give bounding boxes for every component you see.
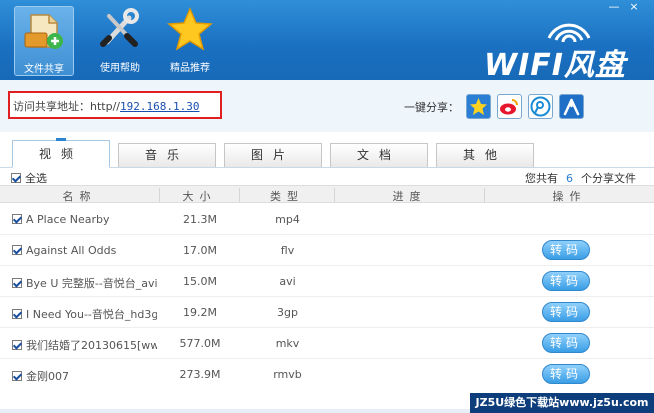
table-row[interactable]: A Place Nearby 21.3M mp4 xyxy=(0,204,654,235)
summary-suffix: 个分享文件 xyxy=(581,172,636,185)
file-size: 15.0M xyxy=(183,275,217,288)
col-progress[interactable]: 进度 xyxy=(335,188,485,203)
summary-count: 6 xyxy=(566,172,573,185)
weibo-icon[interactable] xyxy=(497,94,522,119)
onekey-share-label: 一键分享： xyxy=(404,101,459,114)
share-bar: 访问共享地址：http//192.168.1.30 一键分享： xyxy=(0,80,654,132)
file-type: avi xyxy=(279,275,296,288)
file-type: rmvb xyxy=(273,368,302,381)
file-size: 273.9M xyxy=(179,368,221,381)
active-tab-marker xyxy=(56,138,66,141)
site-watermark: JZ5U绿色下载站www.jz5u.com xyxy=(470,393,654,413)
file-name: Against All Odds xyxy=(26,244,117,257)
file-share-icon xyxy=(24,14,63,49)
tab-video[interactable]: 视频 xyxy=(12,138,110,168)
table-row[interactable]: 我们结婚了20130615[www 577.0M mkv 转码 xyxy=(0,328,654,359)
qzone-star-icon[interactable] xyxy=(466,94,491,119)
table-row[interactable]: Bye U 完整版--音悦台_avi_64 15.0M avi 转码 xyxy=(0,266,654,297)
tools-icon xyxy=(100,8,139,47)
tab-other[interactable]: 其他 xyxy=(436,143,534,167)
file-size: 577.0M xyxy=(179,337,221,350)
status-strip xyxy=(0,409,470,413)
share-address-box: 访问共享地址：http//192.168.1.30 xyxy=(8,91,222,119)
help-button[interactable]: 使用帮助 xyxy=(90,6,150,76)
col-name[interactable]: 名称 xyxy=(0,188,160,203)
col-action[interactable]: 操作 xyxy=(485,188,654,203)
logo-text: WIFI风盘 xyxy=(484,48,626,83)
tab-music[interactable]: 音乐 xyxy=(118,143,216,167)
table-header: 名称 大小 类型 进度 操作 xyxy=(0,185,654,203)
file-name: Bye U 完整版--音悦台_avi_64 xyxy=(26,277,157,290)
row-checkbox[interactable] xyxy=(12,340,22,350)
address-label: 访问共享地址： xyxy=(13,100,90,113)
file-share-label: 文件共享 xyxy=(24,64,64,75)
row-checkbox[interactable] xyxy=(12,371,22,381)
row-checkbox[interactable] xyxy=(12,309,22,319)
close-button[interactable]: × xyxy=(624,0,644,13)
table-row[interactable]: Against All Odds 17.0M flv 转码 xyxy=(0,235,654,266)
app-logo: WIFI风盘 xyxy=(484,14,634,83)
file-size: 19.2M xyxy=(183,306,217,319)
address-link[interactable]: 192.168.1.30 xyxy=(120,100,199,113)
transcode-button[interactable]: 转码 xyxy=(542,302,590,322)
renren-icon[interactable] xyxy=(559,94,584,119)
row-checkbox[interactable] xyxy=(12,278,22,288)
file-type: 3gp xyxy=(277,306,298,319)
checkbox-checked-icon xyxy=(11,173,21,183)
file-count-summary: 您共有 6 个分享文件 xyxy=(525,170,636,186)
app-header: 文件共享 使用帮助 精品推荐 — × WIFI风盘 xyxy=(0,0,654,83)
col-type[interactable]: 类型 xyxy=(240,188,335,203)
file-type: mp4 xyxy=(275,213,300,226)
row-checkbox[interactable] xyxy=(12,245,22,255)
minimize-button[interactable]: — xyxy=(604,0,624,13)
help-label: 使用帮助 xyxy=(100,63,140,74)
file-size: 17.0M xyxy=(183,244,217,257)
transcode-button[interactable]: 转码 xyxy=(542,333,590,353)
select-all-checkbox[interactable]: 全选 xyxy=(11,170,47,186)
table-row[interactable]: 金刚007 273.9M rmvb 转码 xyxy=(0,359,654,390)
file-size: 21.3M xyxy=(183,213,217,226)
select-all-label: 全选 xyxy=(25,172,47,185)
recommend-button[interactable]: 精品推荐 xyxy=(160,6,220,76)
file-name: I Need You--音悦台_hd3gp_ xyxy=(26,308,157,321)
col-size[interactable]: 大小 xyxy=(160,188,240,203)
tab-video-label: 视频 xyxy=(38,147,83,161)
transcode-button[interactable]: 转码 xyxy=(542,271,590,291)
file-name: 我们结婚了20130615[www xyxy=(26,339,157,352)
file-type: flv xyxy=(280,244,295,257)
file-name: 金刚007 xyxy=(26,370,69,383)
file-share-button[interactable]: 文件共享 xyxy=(14,6,74,76)
file-name: A Place Nearby xyxy=(26,213,110,226)
category-tabs: 视频 音乐 图片 文档 其他 xyxy=(0,136,654,168)
tab-documents[interactable]: 文档 xyxy=(330,143,428,167)
address-prefix: http// xyxy=(90,100,120,113)
star-icon xyxy=(167,7,213,51)
transcode-button[interactable]: 转码 xyxy=(542,364,590,384)
transcode-button[interactable]: 转码 xyxy=(542,240,590,260)
row-checkbox[interactable] xyxy=(12,214,22,224)
summary-prefix: 您共有 xyxy=(525,172,558,185)
file-type: mkv xyxy=(275,337,300,350)
recommend-label: 精品推荐 xyxy=(170,63,210,74)
tab-pictures[interactable]: 图片 xyxy=(224,143,322,167)
table-row[interactable]: I Need You--音悦台_hd3gp_ 19.2M 3gp 转码 xyxy=(0,297,654,328)
tencent-weibo-icon[interactable] xyxy=(528,94,553,119)
